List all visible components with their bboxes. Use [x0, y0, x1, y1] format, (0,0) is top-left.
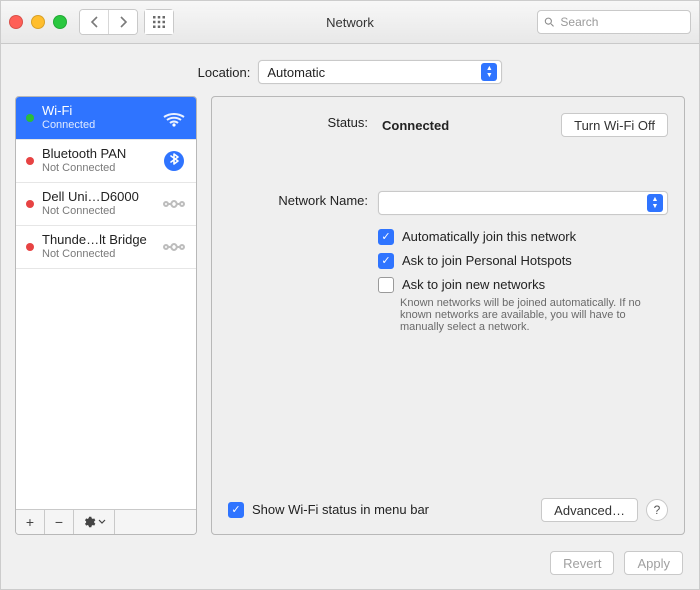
detail-pane: Status: Connected Turn Wi-Fi Off Network… — [211, 96, 685, 535]
titlebar: Network — [1, 1, 699, 44]
updown-icon: ▲▼ — [481, 63, 497, 81]
advanced-button[interactable]: Advanced… — [541, 498, 638, 522]
location-row: Location: Automatic ▲▼ — [1, 44, 699, 96]
location-select[interactable]: Automatic ▲▼ — [258, 60, 502, 84]
zoom-button[interactable] — [53, 15, 67, 29]
ask-new-hint: Known networks will be joined automatica… — [400, 297, 660, 333]
search-icon — [544, 16, 554, 28]
sidebar-item-bluetooth-pan[interactable]: Bluetooth PANNot Connected — [16, 140, 196, 183]
status-dot — [26, 243, 34, 251]
network-prefs-window: Network Location: Automatic ▲▼ Wi-FiConn… — [0, 0, 700, 590]
window-footer: Revert Apply — [1, 545, 699, 589]
status-value: Connected — [382, 118, 449, 133]
auto-join-label: Automatically join this network — [402, 229, 576, 244]
help-button[interactable]: ? — [646, 499, 668, 521]
close-button[interactable] — [9, 15, 23, 29]
updown-icon: ▲▼ — [647, 194, 663, 212]
grid-icon — [152, 15, 166, 29]
location-value: Automatic — [267, 65, 325, 80]
network-name-label: Network Name: — [228, 191, 378, 208]
status-dot — [26, 157, 34, 165]
sidebar-item-dell-uni-d6000[interactable]: Dell Uni…D6000Not Connected — [16, 183, 196, 226]
sidebar-footer: + − — [16, 509, 196, 534]
gear-icon — [82, 515, 96, 529]
status-dot — [26, 200, 34, 208]
sidebar-item-status: Not Connected — [42, 161, 160, 175]
interface-sidebar: Wi-FiConnectedBluetooth PANNot Connected… — [15, 96, 197, 535]
network-name-select[interactable]: ▲▼ — [378, 191, 668, 215]
show-all-button[interactable] — [144, 9, 174, 35]
ask-new-checkbox[interactable] — [378, 277, 394, 293]
ethernet-icon — [161, 195, 187, 213]
sidebar-item-thunde-lt-bridge[interactable]: Thunde…lt BridgeNot Connected — [16, 226, 196, 269]
content: Wi-FiConnectedBluetooth PANNot Connected… — [1, 96, 699, 545]
chevron-down-icon — [98, 518, 106, 526]
chevron-left-icon — [90, 16, 99, 28]
sidebar-item-status: Not Connected — [42, 247, 160, 261]
chevron-right-icon — [119, 16, 128, 28]
add-interface-button[interactable]: + — [16, 510, 45, 534]
sidebar-item-label: Bluetooth PAN — [42, 147, 160, 161]
minimize-button[interactable] — [31, 15, 45, 29]
sidebar-item-status: Connected — [42, 118, 160, 132]
interface-list: Wi-FiConnectedBluetooth PANNot Connected… — [16, 97, 196, 509]
bluetooth-icon — [163, 148, 185, 174]
search-field[interactable] — [537, 10, 691, 34]
search-input[interactable] — [558, 14, 684, 30]
sidebar-item-label: Wi-Fi — [42, 104, 160, 118]
status-label: Status: — [228, 113, 378, 130]
auto-join-checkbox[interactable] — [378, 229, 394, 245]
sidebar-item-label: Dell Uni…D6000 — [42, 190, 160, 204]
status-dot — [26, 114, 34, 122]
back-button[interactable] — [80, 10, 108, 34]
ask-hotspots-checkbox[interactable] — [378, 253, 394, 269]
traffic-lights — [9, 15, 67, 29]
sidebar-item-status: Not Connected — [42, 204, 160, 218]
show-status-label: Show Wi-Fi status in menu bar — [252, 502, 429, 517]
wifi-icon — [161, 108, 187, 128]
sidebar-item-label: Thunde…lt Bridge — [42, 233, 160, 247]
sidebar-item-wi-fi[interactable]: Wi-FiConnected — [16, 97, 196, 140]
ethernet-icon — [161, 238, 187, 256]
show-status-checkbox[interactable] — [228, 502, 244, 518]
interface-actions-button[interactable] — [74, 510, 115, 534]
revert-button[interactable]: Revert — [550, 551, 614, 575]
turn-wifi-off-button[interactable]: Turn Wi-Fi Off — [561, 113, 668, 137]
ask-hotspots-label: Ask to join Personal Hotspots — [402, 253, 572, 268]
remove-interface-button[interactable]: − — [45, 510, 74, 534]
apply-button[interactable]: Apply — [624, 551, 683, 575]
forward-button[interactable] — [108, 10, 137, 34]
location-label: Location: — [198, 65, 251, 80]
nav-group — [79, 9, 138, 35]
ask-new-label: Ask to join new networks — [402, 277, 545, 293]
